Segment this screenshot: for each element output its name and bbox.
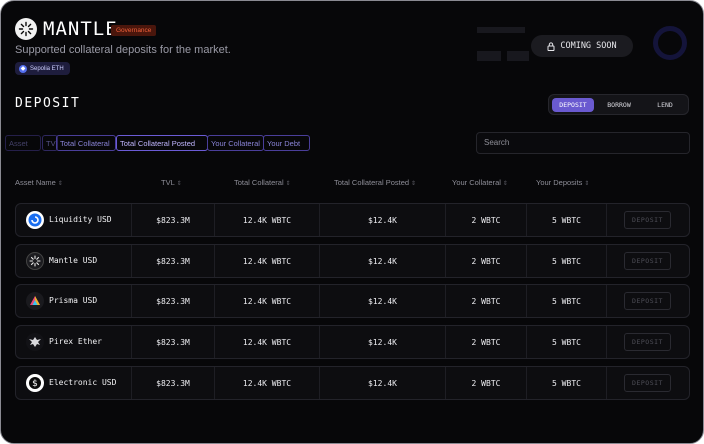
table-row[interactable]: $ Electronic USD $823.3M 12.4K WBTC $12.… [15, 366, 690, 400]
column-header-your-deposits[interactable]: Your Deposits ⇕ [536, 178, 589, 187]
section-title: DEPOSIT [15, 96, 81, 111]
ethereum-icon: ◆ [19, 64, 27, 73]
asset-name: Pirex Ether [49, 337, 102, 346]
prisma-usd-icon [26, 292, 44, 310]
electronic-usd-icon: $ [26, 374, 44, 392]
total-posted-cell: $12.4K [368, 337, 397, 347]
tab-total-collateral[interactable]: Total Collateral [56, 135, 116, 151]
total-posted-cell: $12.4K [368, 215, 397, 225]
toggle-lend[interactable]: LEND [644, 98, 686, 112]
column-header-total-collateral[interactable]: Total Collateral ⇕ [234, 178, 291, 187]
svg-text:$: $ [32, 379, 38, 389]
deposit-button[interactable]: DEPOSIT [624, 374, 671, 392]
total-collateral-cell: 12.4K WBTC [242, 215, 292, 225]
cell-divider [606, 204, 607, 236]
table-row[interactable]: Mantle USD $823.3M 12.4K WBTC $12.4K 2 W… [15, 244, 690, 278]
column-header-label: Asset Name [15, 178, 56, 187]
total-posted-cell: $12.4K [368, 378, 397, 388]
tab-asset[interactable]: Asset [5, 135, 41, 151]
asset-name: Prisma USD [49, 296, 98, 305]
sort-icon: ⇕ [285, 181, 291, 187]
tvl-cell: $823.3M [156, 378, 190, 388]
search-input[interactable]: Search [476, 132, 690, 154]
faded-stat-value [477, 51, 501, 61]
network-chip-label: Sepolia ETH [30, 65, 64, 72]
your-deposits-cell: 5 WBTC [552, 256, 581, 266]
table-row[interactable]: Pirex Ether $823.3M 12.4K WBTC $12.4K 2 … [15, 325, 690, 359]
column-header-total-posted[interactable]: Total Collateral Posted ⇕ [334, 178, 416, 187]
your-collateral-cell: 2 WBTC [471, 337, 501, 347]
sort-icon: ⇕ [584, 181, 590, 187]
coming-soon-button[interactable]: COMING SOON [531, 35, 633, 57]
tvl-cell: $823.3M [156, 337, 190, 347]
deposit-button[interactable]: DEPOSIT [624, 252, 671, 270]
mantle-logo-icon [15, 18, 37, 40]
coming-soon-label: COMING SOON [560, 41, 617, 51]
network-chip[interactable]: ◆ Sepolia ETH [15, 62, 70, 75]
sort-icon: ⇕ [57, 181, 63, 187]
total-collateral-cell: 12.4K WBTC [242, 256, 292, 266]
column-header-your-collateral[interactable]: Your Collateral ⇕ [452, 178, 508, 187]
deposit-button[interactable]: DEPOSIT [624, 333, 671, 351]
tvl-cell: $823.3M [156, 215, 190, 225]
your-deposits-cell: 5 WBTC [552, 378, 581, 388]
table-row[interactable]: Liquidity USD $823.3M 12.4K WBTC $12.4K … [15, 203, 690, 237]
toggle-deposit[interactable]: DEPOSIT [552, 98, 594, 112]
faded-stat-label [477, 27, 525, 33]
your-collateral-cell: 2 WBTC [471, 256, 501, 266]
total-posted-cell: $12.4K [368, 296, 397, 306]
faded-stat-value [507, 51, 529, 61]
mantle-usd-icon [26, 252, 44, 270]
deposit-button[interactable]: DEPOSIT [624, 211, 671, 229]
total-posted-cell: $12.4K [368, 256, 397, 266]
tvl-cell: $823.3M [156, 256, 190, 266]
your-deposits-cell: 5 WBTC [552, 296, 581, 306]
your-collateral-cell: 2 WBTC [471, 296, 501, 306]
asset-name: Electronic USD [49, 378, 117, 387]
tab-your-debt[interactable]: Your Debt [263, 135, 310, 151]
column-header-label: Your Deposits [536, 178, 583, 187]
sort-icon: ⇕ [502, 181, 508, 187]
cell-divider [606, 326, 607, 358]
column-header-label: TVL [161, 178, 175, 187]
deposit-button[interactable]: DEPOSIT [624, 292, 671, 310]
sort-icon: ⇕ [176, 181, 182, 187]
total-collateral-cell: 12.4K WBTC [242, 337, 292, 347]
toggle-borrow[interactable]: BORROW [598, 98, 640, 112]
pirex-ether-icon [26, 333, 44, 351]
tab-total-collateral-posted[interactable]: Total Collateral Posted [116, 135, 208, 151]
app-window: MANTLE Governance Supported collateral d… [0, 0, 704, 444]
lock-icon [547, 41, 555, 51]
your-deposits-cell: 5 WBTC [552, 337, 581, 347]
column-header-label: Total Collateral [234, 178, 284, 187]
app-title: MANTLE [43, 18, 118, 40]
governance-badge: Governance [111, 25, 157, 36]
page-subtitle: Supported collateral deposits for the ma… [15, 44, 231, 56]
column-header-tvl[interactable]: TVL ⇕ [161, 178, 182, 187]
faded-progress-ring [653, 26, 687, 60]
asset-name: Mantle USD [49, 256, 98, 265]
your-deposits-cell: 5 WBTC [552, 215, 581, 225]
liquidity-usd-icon [26, 211, 44, 229]
tvl-cell: $823.3M [156, 296, 190, 306]
your-collateral-cell: 2 WBTC [471, 378, 501, 388]
sort-icon: ⇕ [411, 181, 417, 187]
your-collateral-cell: 2 WBTC [471, 215, 501, 225]
column-header-label: Total Collateral Posted [334, 178, 410, 187]
table-row[interactable]: Prisma USD $823.3M 12.4K WBTC $12.4K 2 W… [15, 284, 690, 318]
column-header-asset[interactable]: Asset Name ⇕ [15, 178, 63, 187]
tab-your-collateral[interactable]: Your Collateral [207, 135, 264, 151]
cell-divider [606, 367, 607, 399]
mode-toggle: DEPOSIT BORROW LEND [548, 94, 689, 115]
total-collateral-cell: 12.4K WBTC [242, 296, 292, 306]
cell-divider [606, 245, 607, 277]
cell-divider [606, 285, 607, 317]
column-header-label: Your Collateral [452, 178, 501, 187]
asset-name: Liquidity USD [49, 215, 112, 224]
total-collateral-cell: 12.4K WBTC [242, 378, 292, 388]
